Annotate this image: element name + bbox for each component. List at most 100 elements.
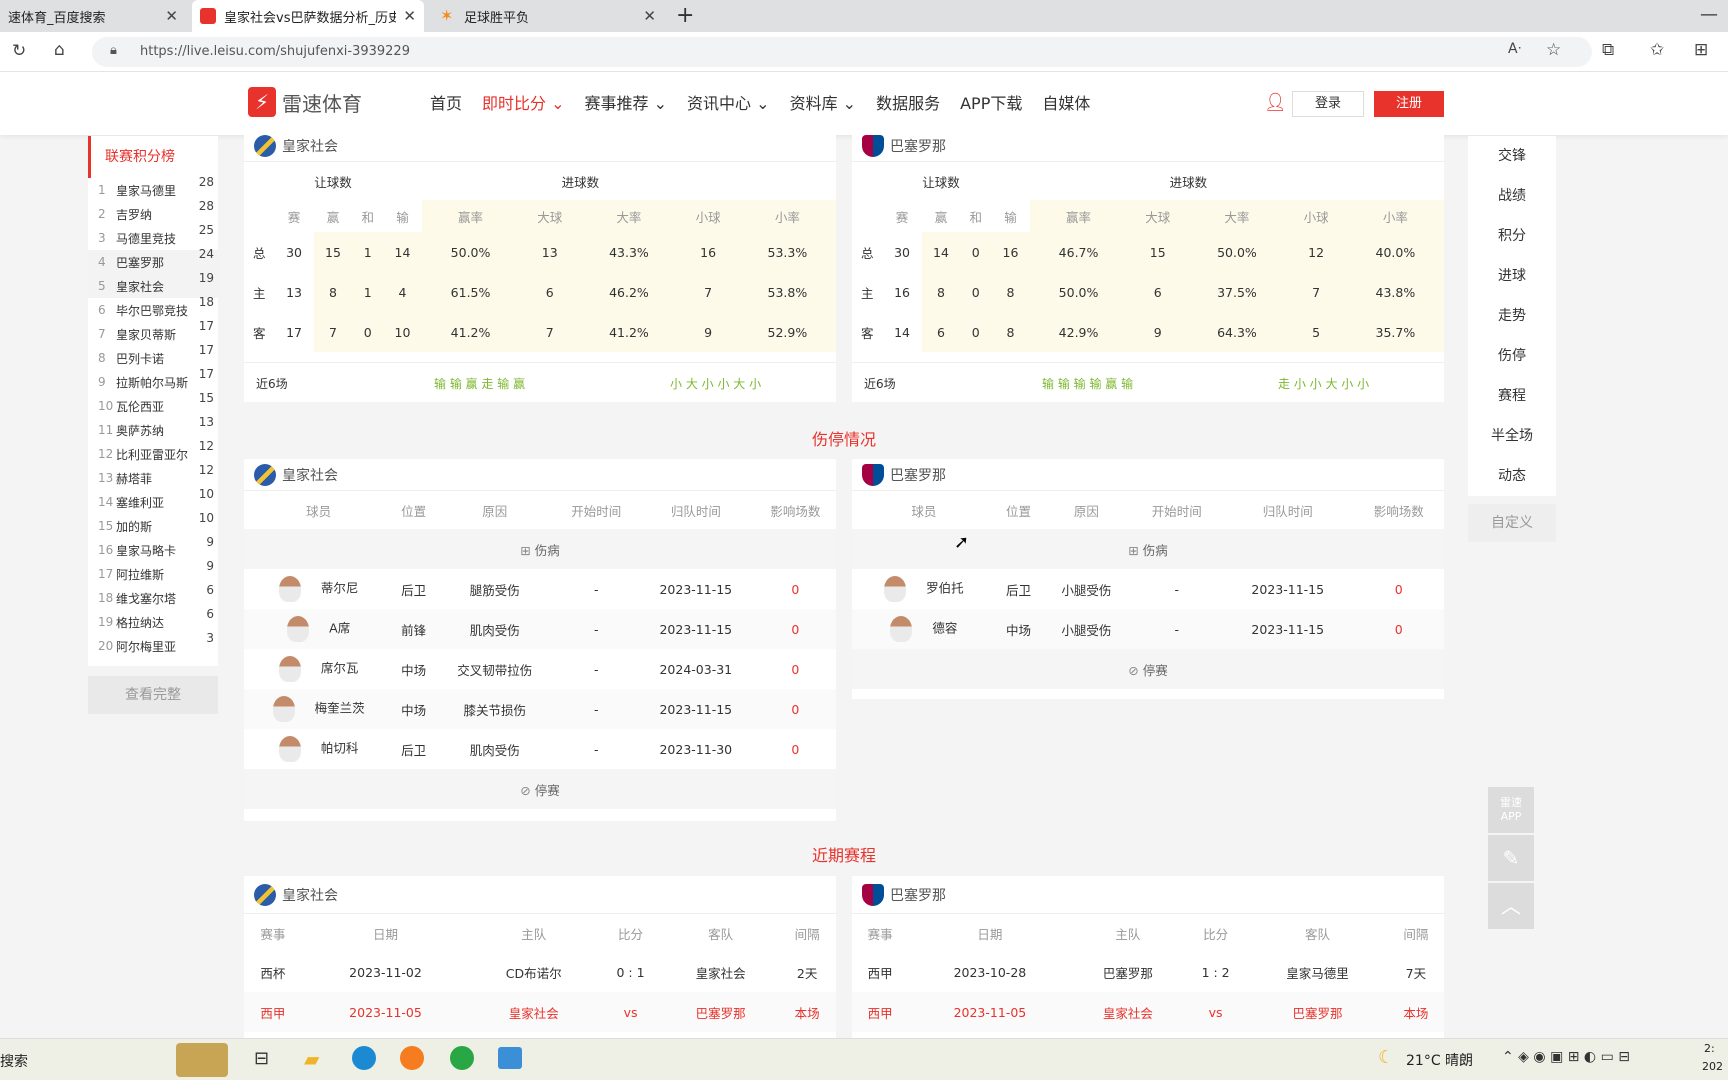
injury-pos: 中场 [401, 662, 427, 678]
browser-tab[interactable]: 速体育_百度搜索 ✕ [0, 0, 186, 32]
quick-nav-item[interactable]: 半全场 [1468, 416, 1556, 456]
favorite-icon[interactable]: ☆ [1546, 40, 1561, 60]
nav-item-news[interactable]: 资讯中心 ⌄ [677, 72, 780, 135]
player-avatar [884, 576, 907, 602]
points: 10 [198, 487, 214, 501]
column-header: 输 [396, 209, 409, 225]
schedule-row[interactable]: 西甲 2023-10-28 巴塞罗那 1 : 2 皇家马德里 7天 [852, 952, 1444, 992]
user-icon[interactable]: 👤︎ [1264, 92, 1287, 113]
rank: 3 [98, 231, 106, 245]
nav-item-data-service[interactable]: 数据服务 [866, 72, 950, 135]
team-name: 皇家马略卡 [116, 543, 177, 558]
points: 28 [198, 175, 214, 189]
close-icon[interactable]: ✕ [165, 7, 178, 25]
app-icon[interactable] [450, 1046, 474, 1070]
nav-item-database[interactable]: 资料库 ⌄ [780, 72, 867, 135]
standings-row[interactable]: 20 阿尔梅里亚 3 [88, 631, 218, 658]
read-aloud-icon[interactable]: Aᐧ [1508, 41, 1521, 57]
minimize-icon[interactable]: — [1700, 4, 1718, 25]
nav-item-media[interactable]: 自媒体 [1032, 72, 1100, 135]
standings-row[interactable]: 18 维戈塞尔塔 6 [88, 583, 218, 610]
cell-value: 5 [1312, 324, 1321, 340]
team-name: 皇家社会 [282, 138, 338, 155]
quick-nav-item[interactable]: 战绩 [1468, 176, 1556, 216]
collections-icon[interactable]: ⊞ [1694, 40, 1708, 60]
affected-games: 0 [791, 741, 800, 757]
column-header: 赛 [895, 209, 909, 225]
favorites-list-icon[interactable]: ✩ [1650, 40, 1664, 60]
refresh-icon[interactable]: ↻ [12, 41, 26, 61]
standings-row[interactable]: 16 皇家马略卡 9 [88, 535, 218, 562]
column-header: 日期 [977, 926, 1003, 942]
nav-item-home[interactable]: 首页 [420, 72, 472, 135]
column-header: 球员 [306, 503, 332, 519]
app-icon[interactable] [400, 1046, 424, 1070]
task-view-icon[interactable]: ⊟ [254, 1048, 269, 1069]
new-tab-icon[interactable]: + [676, 3, 694, 28]
schedule-row[interactable]: 西杯 2023-11-02 CD布诺尔 0 : 1 皇家社会 2天 [244, 952, 836, 992]
close-icon[interactable]: ✕ [403, 7, 416, 25]
customize-button[interactable]: 自定义 [1468, 504, 1556, 542]
cell-value: 7 [545, 324, 554, 340]
injury-row[interactable]: 德容 中场 小腿受伤 - 2023-11-15 0 [852, 609, 1444, 649]
injury-row[interactable]: 席尔瓦 中场 交叉韧带拉伤 - 2024-03-31 0 [244, 649, 836, 689]
search-highlight-image [176, 1043, 228, 1077]
edge-icon[interactable] [352, 1046, 376, 1070]
column-header: 输 [1004, 209, 1017, 225]
cell-value: 16 [700, 244, 717, 260]
standings-title: 联赛积分榜 [88, 136, 218, 178]
injury-back: 2023-11-30 [659, 741, 733, 757]
register-button[interactable]: 注册 [1374, 91, 1444, 117]
injury-row[interactable]: 蒂尔尼 后卫 腿筋受伤 - 2023-11-15 0 [244, 569, 836, 609]
quick-nav-item[interactable]: 走势 [1468, 296, 1556, 336]
quick-nav-item[interactable]: 进球 [1468, 256, 1556, 296]
taskbar-search[interactable]: 搜索 [0, 1051, 28, 1071]
nav-item-tips[interactable]: 赛事推荐 ⌄ [575, 72, 678, 135]
cell-value: 14 [894, 324, 911, 340]
see-all-button[interactable]: 查看完整 [88, 676, 218, 714]
team-name: 毕尔巴鄂竞技 [116, 303, 189, 318]
quick-nav-item[interactable]: 动态 [1468, 456, 1556, 496]
injury-row[interactable]: 罗伯托 后卫 小腿受伤 - 2023-11-15 0 [852, 569, 1444, 609]
injury-row[interactable]: A席 前锋 肌肉受伤 - 2023-11-15 0 [244, 609, 836, 649]
column-header: 赛事 [867, 926, 893, 942]
cell-value: 35.7% [1375, 324, 1416, 340]
match-comp: 西甲 [867, 965, 893, 981]
standings-row[interactable]: 15 加的斯 10 [88, 511, 218, 538]
nav-item-live[interactable]: 即时比分 ⌄ [472, 72, 575, 135]
quick-nav-item[interactable]: 积分 [1468, 216, 1556, 256]
nav-item-app[interactable]: APP下载 [950, 72, 1032, 135]
schedule-row[interactable]: 西甲 2023-11-05 皇家社会 vs 巴塞罗那 本场 [852, 992, 1444, 1032]
standings-row[interactable]: 17 阿拉维斯 9 [88, 559, 218, 586]
schedule-row[interactable]: 西甲 2023-11-05 皇家社会 vs 巴塞罗那 本场 [244, 992, 836, 1032]
close-icon[interactable]: ✕ [643, 7, 656, 25]
match-home: 巴塞罗那 [1102, 965, 1153, 981]
quick-nav-item[interactable]: 伤停 [1468, 336, 1556, 376]
quick-nav-item[interactable]: 交锋 [1468, 136, 1556, 176]
app-icon[interactable] [498, 1047, 522, 1069]
rank: 6 [98, 303, 106, 317]
browser-tab[interactable]: ✶ 足球胜平负 ✕ [432, 0, 664, 32]
site-logo[interactable]: ⚡ 雷速体育 [248, 87, 362, 117]
team-name: 皇家贝蒂斯 [116, 327, 177, 342]
column-header: 大球 [1145, 209, 1171, 225]
home-icon[interactable]: ⌂ [54, 40, 65, 60]
browser-tab-bar: 速体育_百度搜索 ✕ 皇家社会vs巴萨数据分析_历史战 ✕ ✶ 足球胜平负 ✕ … [0, 0, 1728, 32]
rank: 9 [98, 375, 106, 389]
injury-back: 2023-11-15 [659, 581, 733, 597]
extensions-icon[interactable]: ⧉ [1602, 40, 1614, 60]
handicap-row: 主 16 8 0 8 50.0% 6 37.5% 7 43.8% [852, 272, 1444, 312]
standings-row[interactable]: 19 格拉纳达 6 [88, 607, 218, 634]
injury-row[interactable]: 梅奎兰茨 中场 膝关节损伤 - 2023-11-15 0 [244, 689, 836, 729]
app-download-float[interactable]: 雷速 APP [1488, 787, 1534, 833]
edit-icon[interactable]: ✎ [1488, 835, 1534, 881]
injury-row[interactable]: 帕切科 后卫 肌肉受伤 - 2023-11-30 0 [244, 729, 836, 769]
tray-icons[interactable]: ⌃ ◈ ◉ ▣ ⊞ ◐ ▭ ⊟ [1502, 1049, 1630, 1065]
browser-tab-active[interactable]: 皇家社会vs巴萨数据分析_历史战 ✕ [192, 0, 424, 32]
url-field[interactable]: 🔒︎ https://live.leisu.com/shujufenxi-393… [92, 37, 1592, 67]
quick-nav-item[interactable]: 赛程 [1468, 376, 1556, 416]
back-to-top-icon[interactable]: ︿ [1488, 883, 1534, 929]
star-favicon-icon: ✶ [440, 6, 454, 25]
login-button[interactable]: 登录 [1292, 91, 1364, 117]
file-explorer-icon[interactable]: ▰ [304, 1047, 319, 1071]
